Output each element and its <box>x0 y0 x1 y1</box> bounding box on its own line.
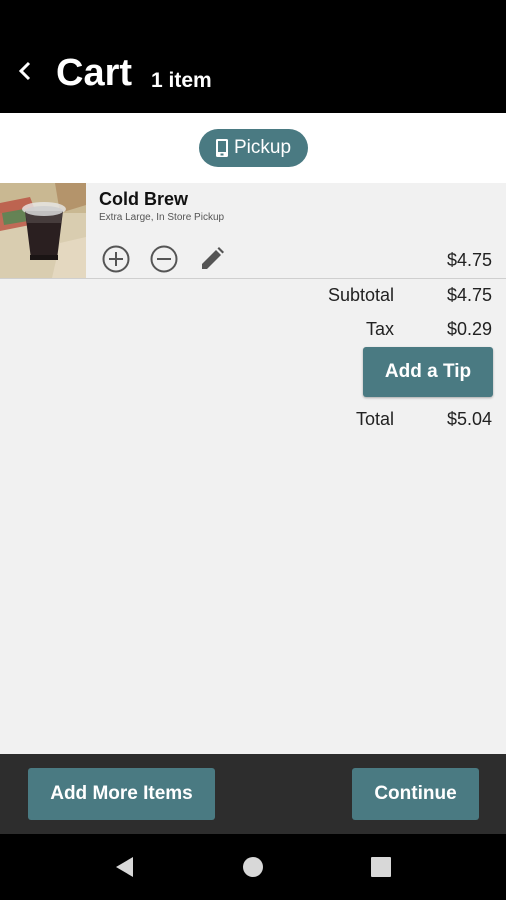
subtotal-label: Subtotal <box>327 285 394 305</box>
cold-brew-photo <box>0 183 86 278</box>
page-title: Cart <box>56 52 133 94</box>
item-name: Cold Brew <box>99 189 189 209</box>
chevron-left-icon <box>18 61 31 81</box>
add-more-items-button[interactable]: Add More Items <box>28 768 215 820</box>
plus-circle-icon <box>102 245 130 273</box>
pickup-toggle[interactable]: Pickup <box>199 129 308 167</box>
edit-item-button[interactable] <box>196 243 228 275</box>
back-button[interactable] <box>14 58 36 84</box>
pickup-label: Pickup <box>233 137 292 158</box>
pencil-icon <box>202 247 224 269</box>
item-price: $4.75 <box>446 250 492 270</box>
increase-quantity-button[interactable] <box>100 243 132 275</box>
nav-recents-icon[interactable] <box>368 854 394 880</box>
app-header: Cart 1 item <box>0 0 506 113</box>
cart-action-bar: Add More Items Continue <box>0 754 506 834</box>
add-tip-button[interactable]: Add a Tip <box>363 347 493 397</box>
order-type-bar: Pickup <box>0 113 506 184</box>
system-nav-bar <box>0 834 506 900</box>
minus-circle-icon <box>150 245 178 273</box>
subtotal-value: $4.75 <box>446 285 492 305</box>
continue-button[interactable]: Continue <box>352 768 479 820</box>
item-description: Extra Large, In Store Pickup <box>99 212 225 223</box>
total-value: $5.04 <box>446 409 492 429</box>
item-count: 1 item <box>151 69 212 92</box>
item-photo <box>0 183 86 278</box>
cart-item: Cold Brew Extra Large, In Store Pickup $… <box>0 183 506 279</box>
decrease-quantity-button[interactable] <box>148 243 180 275</box>
total-label: Total <box>355 409 394 429</box>
tax-value: $0.29 <box>446 319 492 339</box>
nav-home-icon[interactable] <box>240 854 266 880</box>
tax-label: Tax <box>365 319 394 339</box>
phone-icon <box>215 139 228 157</box>
nav-back-icon[interactable] <box>112 854 138 880</box>
